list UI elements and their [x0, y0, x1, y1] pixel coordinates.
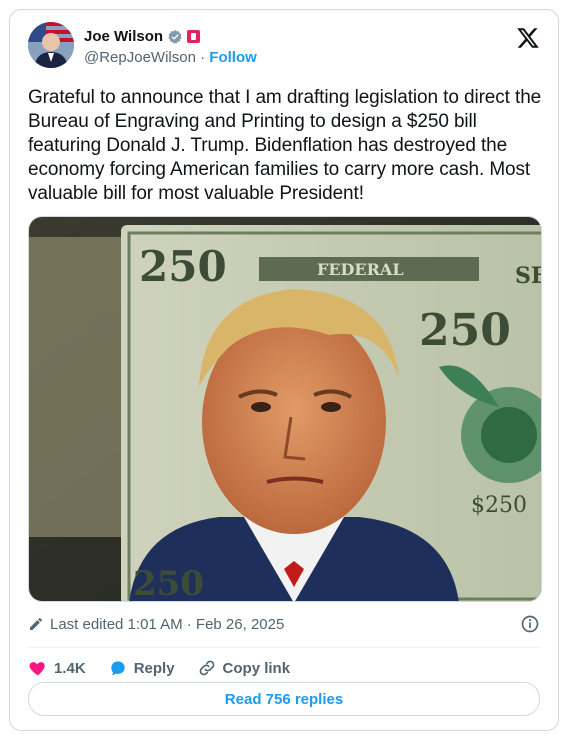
flag-icon: [187, 30, 201, 43]
tweet-media-image[interactable]: 250 FEDERAL SE 250 $250 250: [28, 216, 542, 602]
currency-portrait-illustration: 250 FEDERAL SE 250 $250 250: [29, 217, 542, 602]
like-count: 1.4K: [54, 659, 86, 677]
copy-link-button[interactable]: Copy link: [197, 658, 291, 678]
handle-separator: ·: [200, 49, 206, 66]
bill-denomination-top: 250: [139, 242, 227, 291]
author-name[interactable]: Joe Wilson: [84, 28, 163, 45]
author-block: Joe Wilson @RepJoeWilson · Follow: [84, 28, 257, 66]
bill-denomination-right: 250: [419, 305, 511, 356]
tweet-card: Joe Wilson @RepJoeWilson · Follow Gratef…: [9, 9, 559, 731]
reply-label: Reply: [133, 659, 175, 677]
follow-button[interactable]: Follow: [209, 49, 257, 66]
reply-button[interactable]: Reply: [108, 658, 175, 678]
tweet-meta: Last edited 1:01 AM · Feb 26, 2025: [28, 612, 540, 636]
x-logo-icon[interactable]: [516, 26, 540, 50]
copy-link-label: Copy link: [222, 659, 291, 677]
bill-denomination-bottom: 250: [133, 564, 204, 602]
read-replies-button[interactable]: Read 756 replies: [28, 682, 540, 716]
avatar-image: [28, 22, 74, 68]
author-handle[interactable]: @RepJoeWilson: [84, 49, 196, 66]
heart-icon: [29, 662, 45, 676]
action-bar: 1.4K Reply Copy link: [28, 653, 290, 683]
pencil-icon: [30, 618, 42, 630]
tweet-text: Grateful to announce that I am drafting …: [28, 87, 542, 204]
verified-badge-icon: [168, 29, 182, 44]
bill-banner-text: FEDERAL: [317, 260, 404, 279]
like-button[interactable]: 1.4K: [28, 658, 86, 678]
tweet-header: Joe Wilson @RepJoeWilson · Follow: [28, 22, 540, 70]
divider: [28, 647, 540, 648]
info-icon[interactable]: [520, 614, 540, 634]
link-icon: [199, 660, 214, 676]
avatar[interactable]: [28, 22, 74, 68]
reply-icon: [111, 661, 125, 676]
bill-side-text: SE: [515, 263, 542, 289]
bill-small-value: $250: [471, 493, 527, 518]
edited-timestamp[interactable]: Last edited 1:01 AM · Feb 26, 2025: [50, 616, 284, 633]
